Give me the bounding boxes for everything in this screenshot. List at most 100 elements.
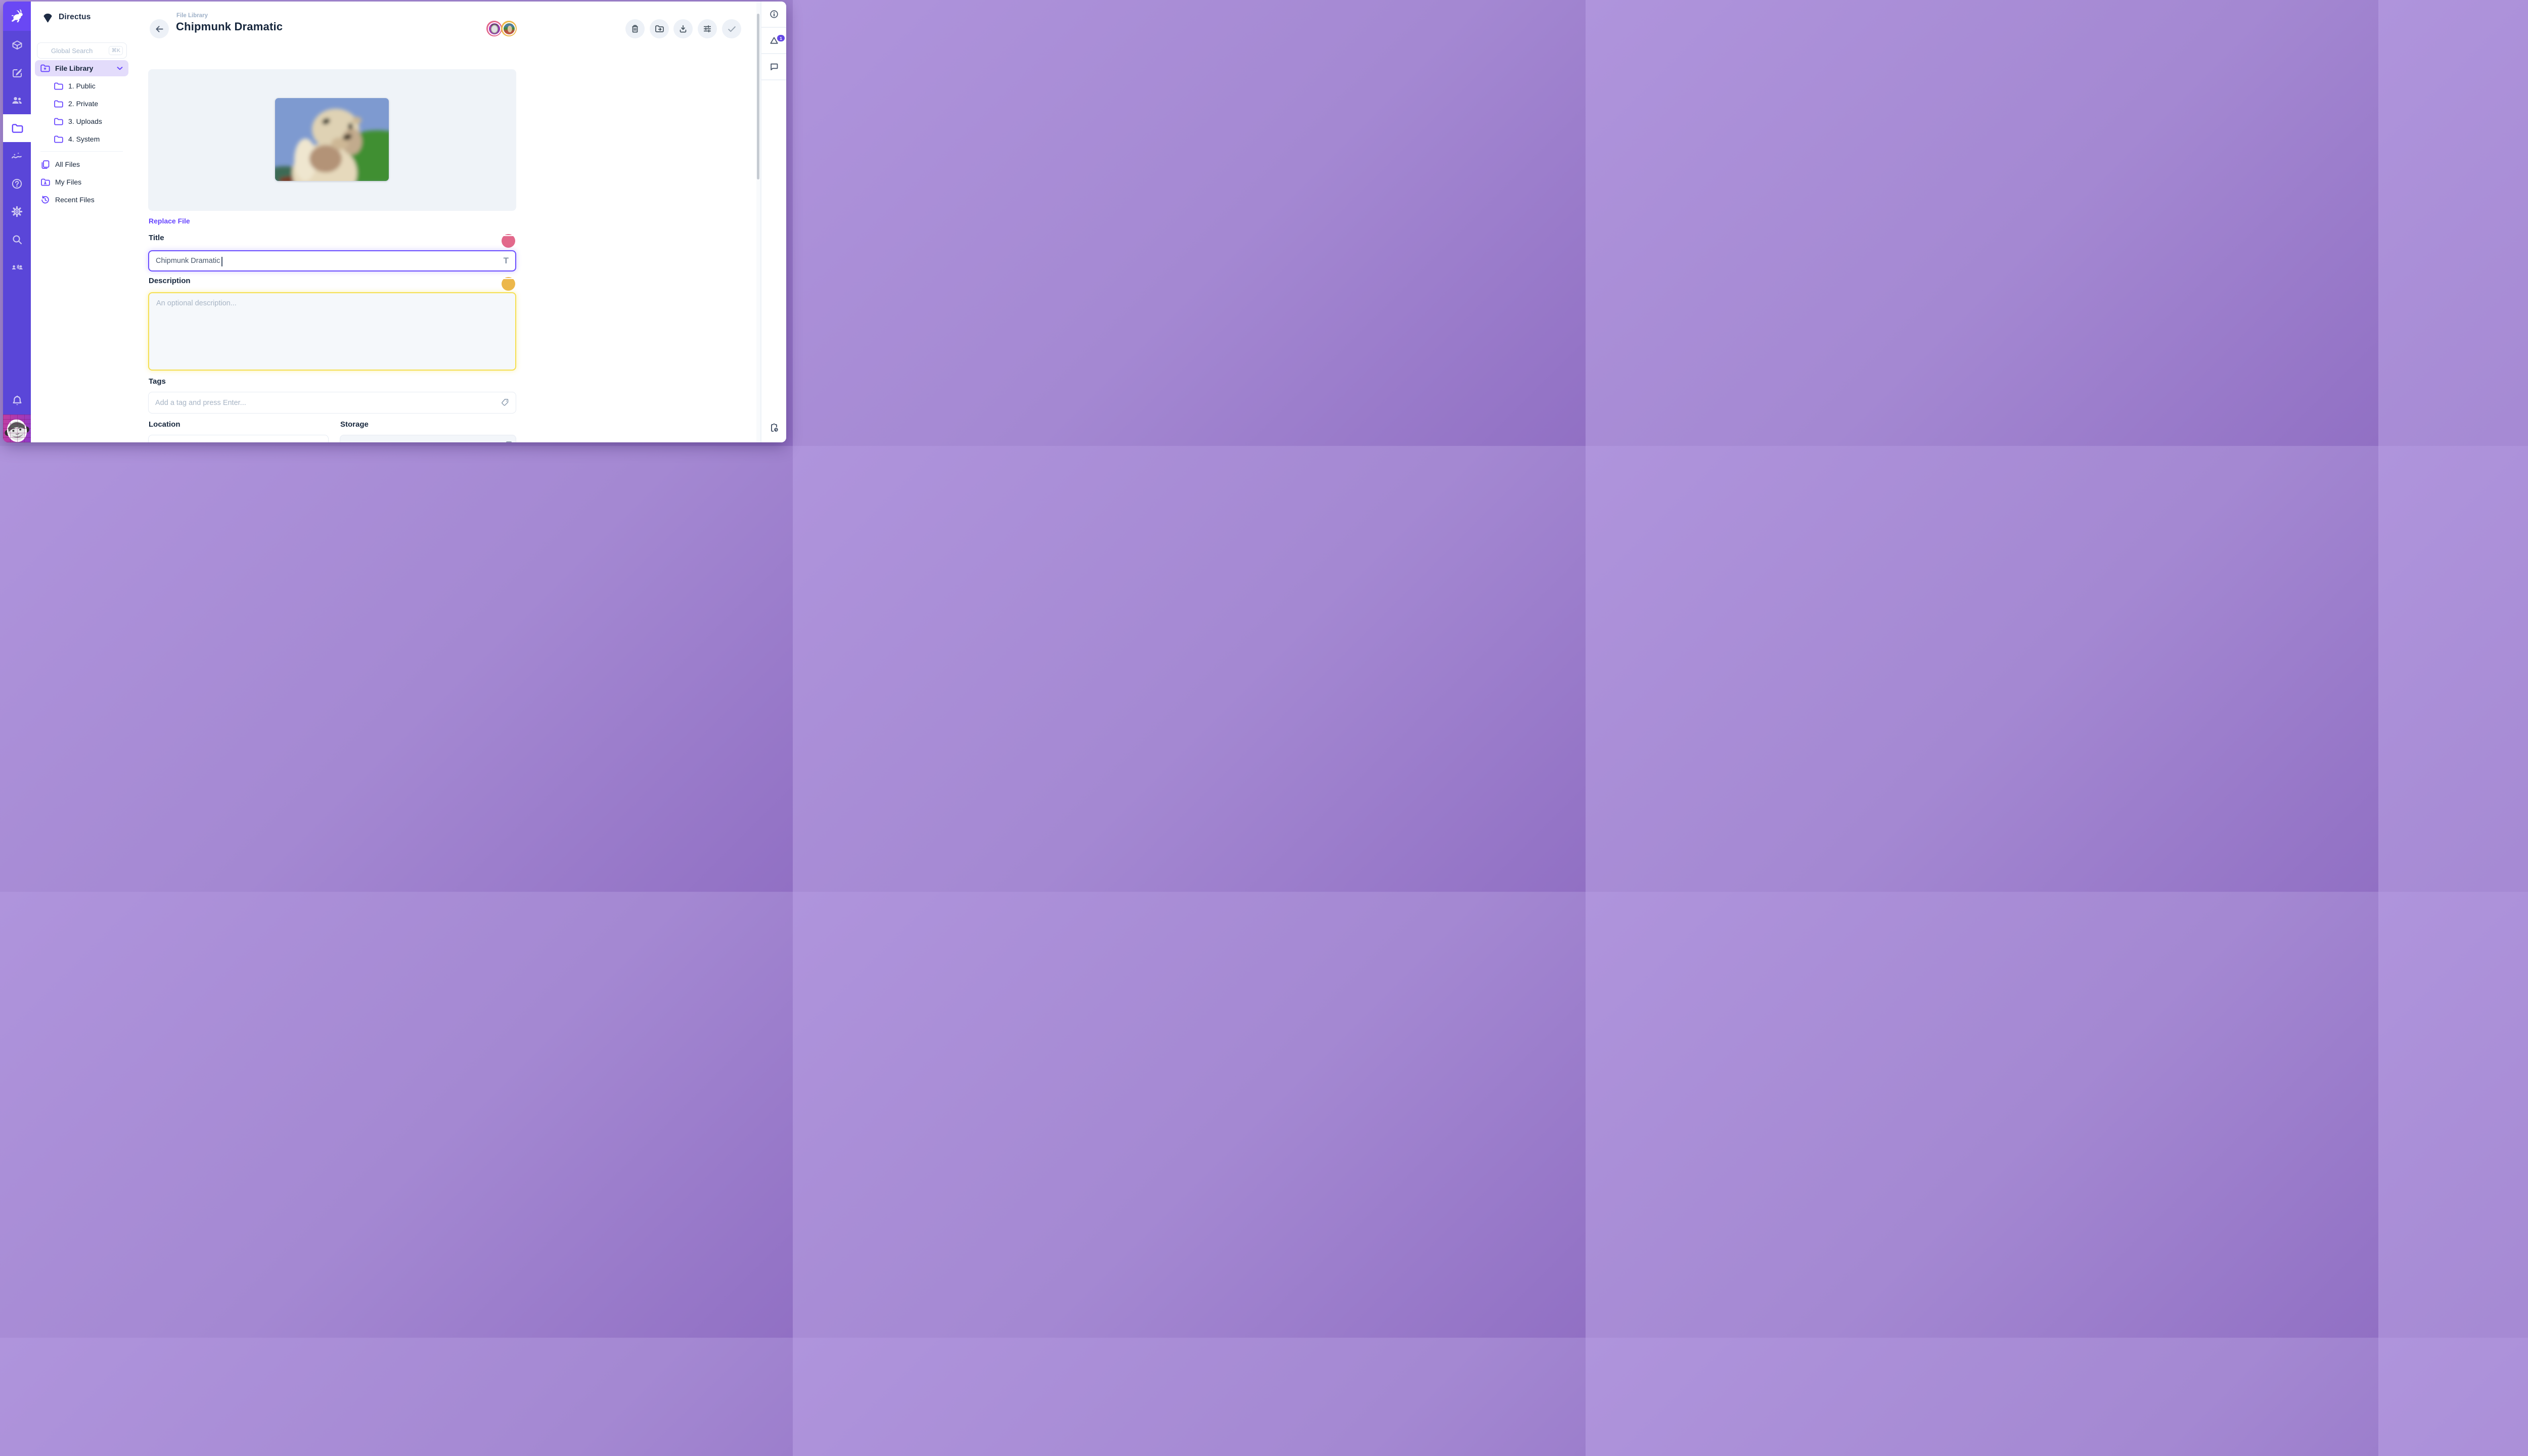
module-content[interactable] xyxy=(3,31,31,59)
description-editing-avatar[interactable] xyxy=(502,277,515,291)
adjustments-tune-icon xyxy=(702,24,712,34)
sidebar-item-label: Recent Files xyxy=(55,196,95,204)
chevron-down-icon[interactable] xyxy=(115,64,124,73)
presence-people-icon xyxy=(11,261,24,274)
save-check-icon xyxy=(727,24,737,34)
folder-user-icon xyxy=(40,177,51,188)
delete-trash-icon xyxy=(630,24,640,34)
module-users[interactable] xyxy=(3,86,31,114)
folder-item-public[interactable]: 1. Public xyxy=(35,77,128,95)
download-icon xyxy=(678,24,688,34)
help-question-icon xyxy=(11,177,23,190)
sidebar-item-file-library[interactable]: File Library xyxy=(35,60,128,76)
tags-field-label: Tags xyxy=(149,377,166,386)
tags-input[interactable] xyxy=(155,399,500,407)
info-icon xyxy=(769,9,779,19)
adjustments-button[interactable] xyxy=(698,19,717,38)
folder-icon xyxy=(53,116,64,127)
title-input[interactable] xyxy=(156,257,504,265)
global-search-placeholder: Global Search xyxy=(51,47,109,55)
scrollbar-track[interactable] xyxy=(756,2,760,442)
project-header[interactable]: Directus xyxy=(31,11,132,24)
module-insights[interactable] xyxy=(3,142,31,170)
folder-item-label: 2. Private xyxy=(68,100,98,108)
sidebar-item-all-files[interactable]: All Files xyxy=(35,156,128,173)
save-button[interactable] xyxy=(722,19,741,38)
directus-rabbit-icon xyxy=(10,9,25,24)
module-rail xyxy=(3,2,31,442)
description-textarea[interactable] xyxy=(149,293,515,370)
storage-field-label: Storage xyxy=(340,420,369,429)
avatar xyxy=(503,22,516,35)
folder-icon xyxy=(53,81,64,92)
download-button[interactable] xyxy=(673,19,693,38)
avatar xyxy=(503,235,514,236)
folder-item-uploads[interactable]: 3. Uploads xyxy=(35,113,128,130)
file-library-folder-icon xyxy=(11,122,24,135)
global-search-input[interactable]: Global Search ⌘K xyxy=(37,42,127,59)
search-shortcut-badge: ⌘K xyxy=(109,46,123,55)
presence-avatar-man[interactable] xyxy=(486,21,502,36)
storage-input xyxy=(340,435,516,442)
folder-icon xyxy=(53,99,64,109)
chipmunk-preview-image[interactable] xyxy=(275,98,389,181)
notifications-button[interactable] xyxy=(3,387,31,415)
title-field: T xyxy=(148,250,516,271)
brick-wall-background xyxy=(3,415,31,442)
module-editor[interactable] xyxy=(3,59,31,86)
comments-bubble-icon xyxy=(769,62,779,72)
gem-fan-icon xyxy=(41,11,54,24)
title-editing-avatar[interactable] xyxy=(502,234,515,248)
user-menu-avatar[interactable] xyxy=(3,415,31,442)
replace-file-link[interactable]: Replace File xyxy=(149,217,190,225)
scrollbar-thumb[interactable] xyxy=(757,14,759,179)
arrow-left-icon xyxy=(154,24,165,34)
sidebar-item-my-files[interactable]: My Files xyxy=(35,173,128,191)
location-field-label: Location xyxy=(149,420,180,429)
folder-star-icon xyxy=(39,63,51,74)
sidebar-item-recent-files[interactable]: Recent Files xyxy=(35,191,128,208)
sidebar-item-label: All Files xyxy=(55,160,80,168)
breadcrumb[interactable]: File Library xyxy=(176,13,208,19)
folder-item-private[interactable]: 2. Private xyxy=(35,95,128,112)
back-button[interactable] xyxy=(150,19,169,38)
move-to-folder-icon xyxy=(654,24,664,34)
folder-item-label: 1. Public xyxy=(68,82,96,90)
users-icon xyxy=(11,94,23,107)
sidebar-comments-button[interactable] xyxy=(761,54,786,80)
editor-pencil-icon xyxy=(11,67,23,79)
tags-field xyxy=(148,392,516,414)
avatar xyxy=(503,278,514,279)
text-caret xyxy=(221,257,222,266)
directus-logo-tile[interactable] xyxy=(3,2,31,31)
nav-divider xyxy=(40,151,123,152)
presence-avatar-chipmunk[interactable] xyxy=(501,21,517,36)
title-field-label: Title xyxy=(149,234,164,242)
content-box-icon xyxy=(11,39,23,51)
storage-box-icon xyxy=(506,441,512,442)
rail-spacer xyxy=(3,281,31,387)
settings-gear-icon xyxy=(11,205,23,218)
sidebar-activity-button[interactable] xyxy=(761,413,786,442)
location-input[interactable] xyxy=(148,435,329,442)
notifications-badge: 1 xyxy=(777,35,785,41)
module-settings[interactable] xyxy=(3,198,31,225)
module-help[interactable] xyxy=(3,170,31,198)
module-presence[interactable] xyxy=(3,253,31,281)
main-content: File Library Chipmunk Dramatic xyxy=(132,2,756,442)
bell-icon xyxy=(11,394,24,407)
sidebar-item-label: File Library xyxy=(55,64,93,72)
page-title: Chipmunk Dramatic xyxy=(176,20,283,33)
sidebar-item-label: My Files xyxy=(55,178,81,186)
delete-button[interactable] xyxy=(625,19,645,38)
module-search[interactable] xyxy=(3,225,31,253)
sidebar-info-button[interactable] xyxy=(761,2,786,28)
folder-item-system[interactable]: 4. System xyxy=(35,130,128,148)
avatar xyxy=(488,22,501,35)
right-sidebar: 1 xyxy=(760,2,786,442)
sidebar-revisions-button[interactable]: 1 xyxy=(761,28,786,54)
module-file-library[interactable] xyxy=(3,114,31,142)
navigation-panel: Directus Global Search ⌘K File Library xyxy=(31,2,132,442)
move-to-folder-button[interactable] xyxy=(650,19,669,38)
title-format-icon: T xyxy=(504,256,509,266)
